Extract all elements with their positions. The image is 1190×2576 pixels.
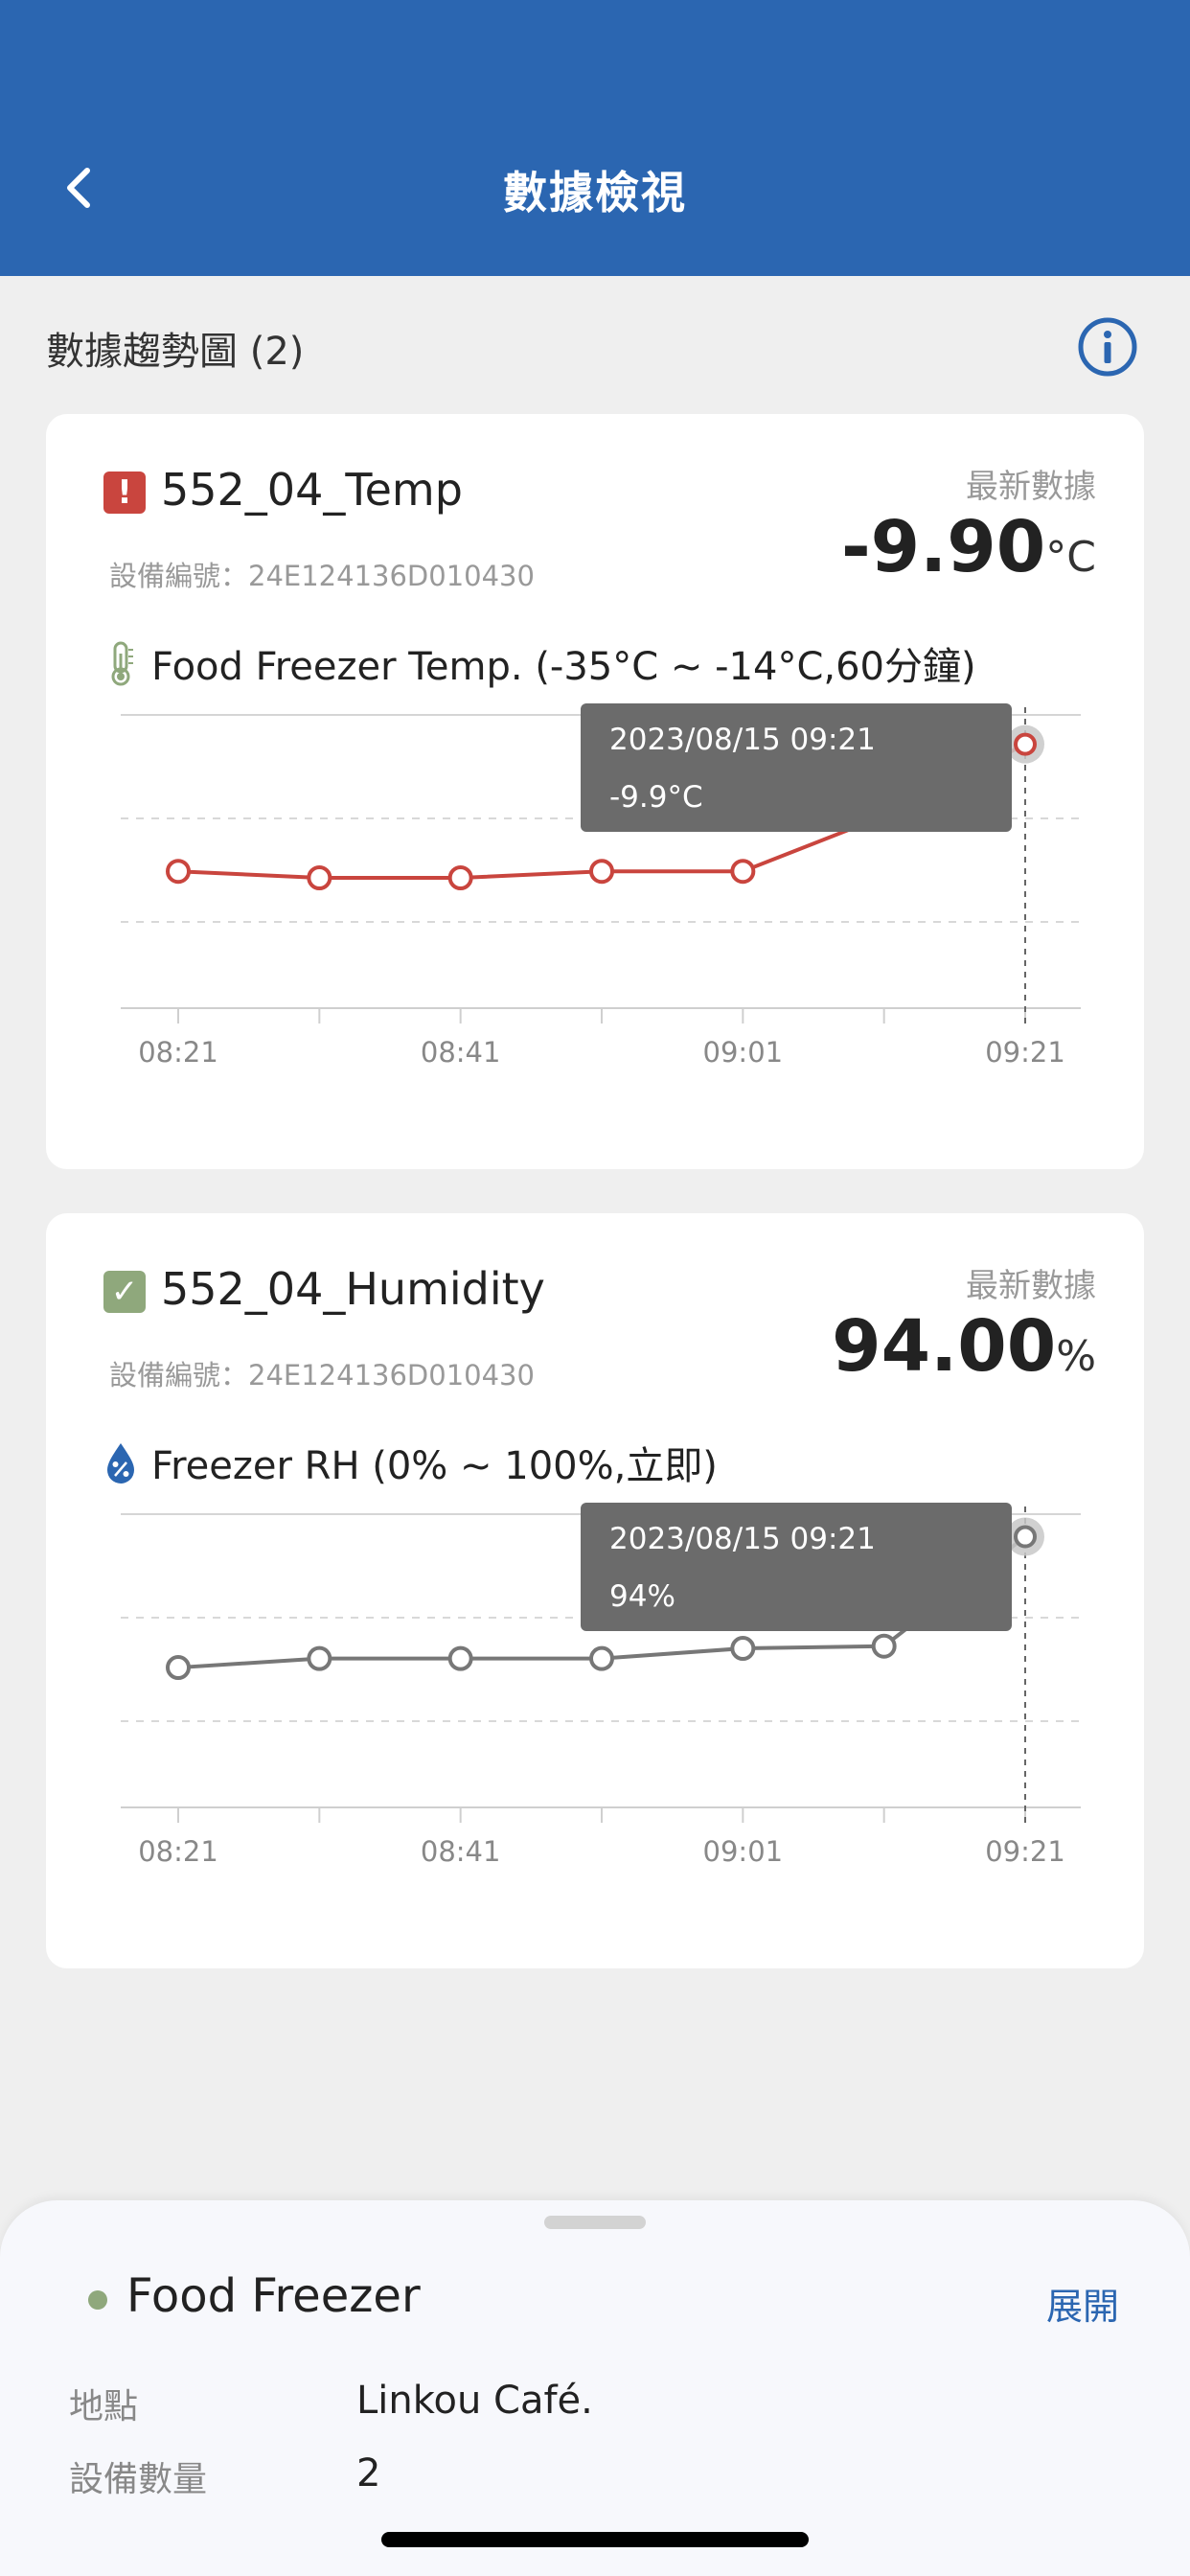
humidity-drop-icon: [107, 1443, 134, 1484]
x-tick-label: 08:41: [421, 1835, 501, 1868]
location-label: 地點: [69, 2387, 139, 2426]
bottom-sheet: Food Freezer 展開 地點 Linkou Café. 設備數量 2: [0, 2200, 1190, 2576]
x-tick-label: 08:21: [138, 1036, 218, 1069]
latest-data-value: 94.00%: [832, 1305, 1096, 1388]
data-point: [730, 1636, 756, 1662]
metric-label: Freezer RH (0% ~ 100%,立即): [151, 1444, 718, 1488]
device-count-label: 設備數量: [69, 2460, 208, 2499]
data-point: [447, 1645, 473, 1671]
x-tick-label: 09:01: [703, 1835, 784, 1868]
device-count-value: 2: [356, 2451, 381, 2496]
latest-value-number: 94.00: [832, 1305, 1057, 1388]
x-tick-label: 08:41: [421, 1036, 501, 1069]
status-dot: [88, 2290, 107, 2310]
info-circle-icon: [1078, 317, 1137, 377]
chart-tooltip: 2023/08/15 09:21 -9.9°C: [581, 703, 1012, 832]
humidity-chart[interactable]: 08:21 08:41 09:01 09:21 2023/08/15 09:21 94%: [46, 1501, 1144, 1942]
data-point: [166, 859, 191, 885]
tooltip-value: -9.9°C: [609, 780, 703, 815]
metric-label: Food Freezer Temp. (-35°C ~ -14°C,60分鐘): [151, 645, 976, 689]
data-point: [447, 865, 473, 890]
section-title: 數據趨勢圖 (2): [46, 330, 305, 374]
data-point: [307, 865, 332, 890]
thermometer-icon: [111, 641, 133, 686]
data-point: [1014, 1525, 1037, 1549]
tooltip-time: 2023/08/15 09:21: [609, 1522, 876, 1556]
page-title: 數據檢視: [503, 167, 687, 218]
chart-tooltip: 2023/08/15 09:21 94%: [581, 1503, 1012, 1631]
alert-icon: !: [103, 472, 146, 514]
latest-data-label: 最新數據: [966, 1267, 1096, 1305]
data-point: [871, 1633, 897, 1659]
x-tick-label: 08:21: [138, 1835, 218, 1868]
check-icon: ✓: [103, 1271, 146, 1313]
latest-value-number: -9.90: [840, 506, 1046, 588]
x-tick-label: 09:21: [985, 1036, 1065, 1069]
data-point: [1014, 732, 1037, 756]
tooltip-value: 94%: [609, 1579, 675, 1614]
data-point: [589, 1645, 614, 1671]
device-id: 設備編號：24E124136D010430: [109, 1359, 535, 1392]
data-point: [730, 859, 756, 885]
chart-svg: 08:21 08:41 09:01 09:21 2023/08/15 09:21 94%: [121, 1503, 1081, 1868]
expand-button[interactable]: 展開: [1046, 2277, 1119, 2330]
sensor-card-humidity[interactable]: ✓ 552_04_Humidity 設備編號：24E124136D010430 …: [46, 1213, 1144, 1968]
latest-value-unit: %: [1056, 1332, 1096, 1381]
info-button[interactable]: [1077, 316, 1138, 378]
data-point: [166, 1655, 191, 1681]
data-point: [589, 859, 614, 885]
metric-description: Food Freezer Temp. (-35°C ~ -14°C,60分鐘): [103, 636, 976, 690]
data-point: [307, 1645, 332, 1671]
latest-data-label: 最新數據: [966, 468, 1096, 506]
temperature-chart[interactable]: 08:21 08:41 09:01 09:21 2023/08/15 09:21 -9.9…: [46, 702, 1144, 1142]
sensor-card-temp[interactable]: ! 552_04_Temp 設備編號：24E124136D010430 最新數據…: [46, 414, 1144, 1169]
metric-description: Freezer RH (0% ~ 100%,立即): [103, 1436, 718, 1489]
tooltip-time: 2023/08/15 09:21: [609, 723, 876, 757]
home-indicator: [381, 2532, 809, 2547]
latest-data-value: -9.90°C: [841, 506, 1096, 588]
site-name: Food Freezer: [126, 2269, 421, 2323]
latest-value-unit: °C: [1045, 533, 1096, 582]
chart-svg: 08:21 08:41 09:01 09:21 2023/08/15 09:21 -9.9…: [121, 703, 1081, 1069]
x-tick-label: 09:21: [985, 1835, 1065, 1868]
sensor-name: 552_04_Temp: [161, 464, 463, 516]
sensor-name: 552_04_Humidity: [161, 1263, 545, 1315]
sheet-drag-handle[interactable]: [544, 2216, 646, 2229]
x-tick-label: 09:01: [703, 1036, 784, 1069]
location-value: Linkou Café.: [356, 2379, 593, 2423]
device-id: 設備編號：24E124136D010430: [109, 560, 535, 592]
app-header: 數據檢視: [0, 0, 1190, 276]
